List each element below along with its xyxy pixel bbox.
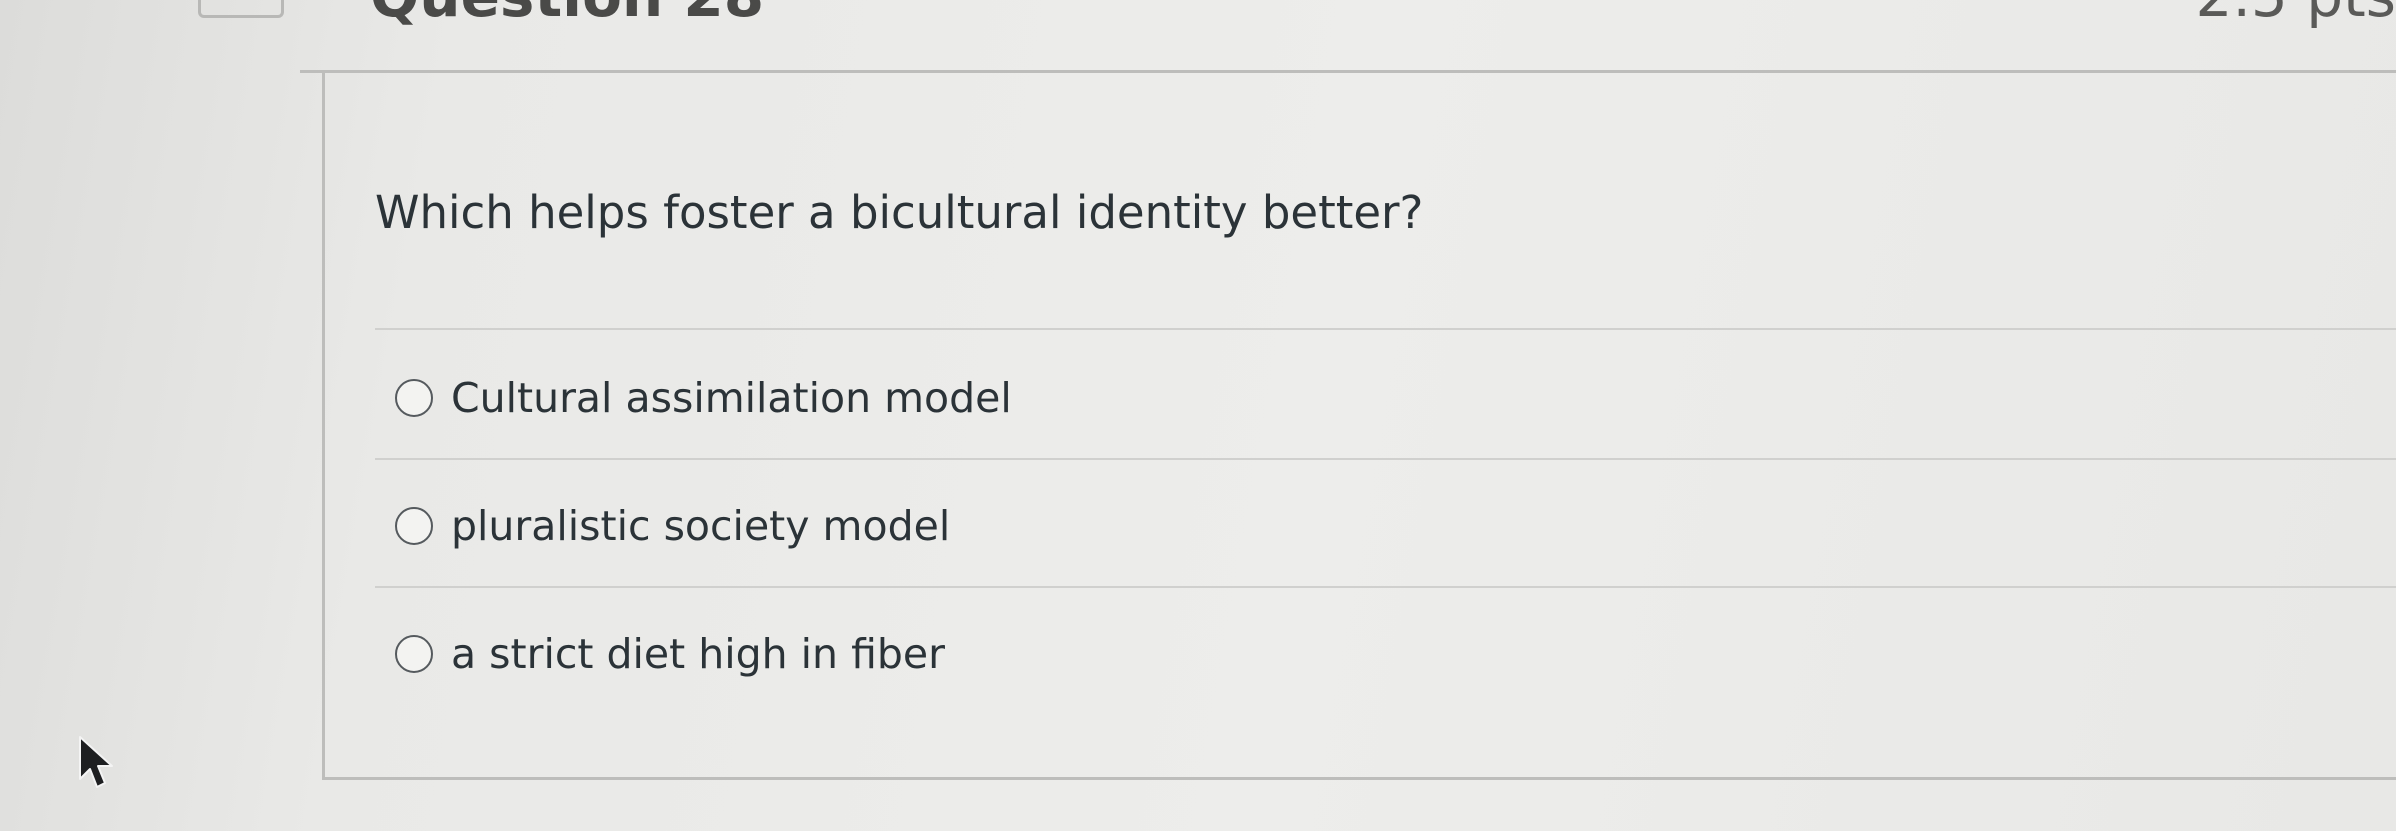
answer-divider xyxy=(375,328,2396,330)
mouse-pointer-icon xyxy=(79,736,113,788)
question-header: Question 28 2.5 pts xyxy=(300,0,2396,73)
question-title: Question 28 xyxy=(370,0,764,30)
radio-unchecked-icon[interactable] xyxy=(395,635,433,673)
answer-label: pluralistic society model xyxy=(451,502,951,550)
radio-unchecked-icon[interactable] xyxy=(395,507,433,545)
answer-label: Cultural assimilation model xyxy=(451,374,1012,422)
answer-option-2[interactable]: pluralistic society model xyxy=(395,496,950,556)
answer-option-1[interactable]: Cultural assimilation model xyxy=(395,368,1012,428)
question-flag-tab[interactable] xyxy=(198,0,284,18)
question-points: 2.5 pts xyxy=(2196,0,2396,30)
question-card: Which helps foster a bicultural identity… xyxy=(322,70,2396,780)
answer-divider xyxy=(375,458,2396,460)
radio-unchecked-icon[interactable] xyxy=(395,379,433,417)
answer-label: a strict diet high in fiber xyxy=(451,630,946,678)
question-prompt: Which helps foster a bicultural identity… xyxy=(375,186,1424,239)
answer-divider xyxy=(375,586,2396,588)
answer-option-3[interactable]: a strict diet high in fiber xyxy=(395,624,945,684)
